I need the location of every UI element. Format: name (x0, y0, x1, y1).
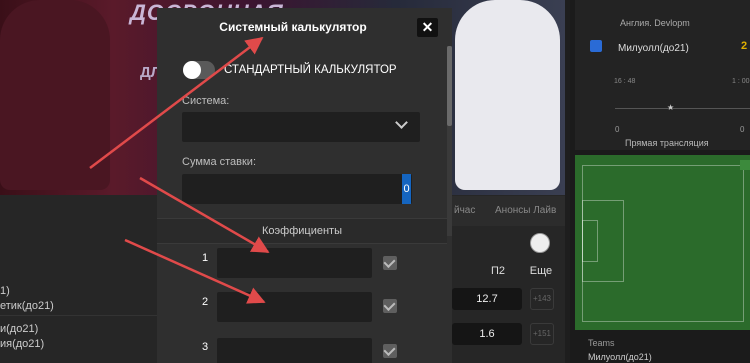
odd-cell[interactable]: 1.6 (452, 323, 522, 345)
player-right-image (455, 0, 560, 190)
coefficients-header: Коэффициенты (157, 218, 447, 244)
live-tabs[interactable]: йчас Анонсы Лайв (450, 196, 565, 226)
checkmark-icon (383, 343, 396, 357)
coef-checkbox[interactable] (383, 298, 397, 313)
match-time: 16 : 48 (614, 78, 636, 85)
team-name: и(до21) (0, 323, 39, 335)
team-name-bottom: Милуолл(до21) (588, 352, 652, 362)
coef-row-number: 1 (201, 252, 209, 264)
team-name: етик(до21) (0, 300, 54, 312)
tab-now[interactable]: йчас (454, 205, 475, 216)
more-markets-button[interactable]: +151 (530, 323, 554, 345)
system-label: Система: (182, 95, 230, 107)
coef-row-number: 2 (201, 296, 209, 308)
timeline-marker-icon: ★ (667, 103, 675, 112)
standard-calculator-toggle[interactable] (183, 61, 215, 79)
odd-cell[interactable]: 12.7 (452, 288, 522, 310)
coefficients-title: Коэффициенты (262, 225, 342, 237)
close-button[interactable]: ✕ (417, 18, 438, 37)
football-icon (530, 233, 550, 253)
toggle-label: СТАНДАРТНЫЙ КАЛЬКУЛЯТОР (224, 64, 397, 76)
pitch-goal-area (582, 220, 598, 262)
team-name: Милуолл(до21) (618, 43, 689, 54)
team-shirt-icon (590, 40, 602, 52)
timeline-bar (615, 108, 750, 109)
field-marker (740, 160, 750, 170)
timeline-start: 0 (615, 125, 620, 134)
column-more: Еще (529, 265, 553, 277)
tab-live[interactable]: Анонсы Лайв (495, 205, 556, 216)
coef-row-number: 3 (201, 341, 209, 353)
coef-checkbox[interactable] (383, 255, 397, 270)
team-name: 1) (0, 285, 10, 297)
more-markets-button[interactable]: +143 (530, 288, 554, 310)
system-select[interactable] (182, 112, 420, 142)
coef-input[interactable] (217, 292, 372, 322)
player-left-image (0, 0, 110, 190)
live-stream-label[interactable]: Прямая трансляция (625, 138, 709, 148)
chevron-down-icon (395, 116, 408, 129)
toggle-knob (183, 61, 201, 79)
match-time-end: 1 : 00 (732, 78, 750, 85)
coef-input[interactable] (217, 248, 372, 278)
checkmark-icon (383, 298, 396, 312)
coef-input[interactable] (217, 338, 372, 363)
stake-input[interactable] (182, 174, 412, 204)
league-title: Англия. Devlopm (620, 18, 690, 28)
column-p2: П2 (490, 265, 506, 277)
dialog-title: Системный калькулятор (219, 20, 367, 34)
stake-label: Сумма ставки: (182, 156, 257, 168)
system-calculator-dialog: Системный калькулятор ✕ СТАНДАРТНЫЙ КАЛЬ… (157, 8, 452, 363)
coef-checkbox[interactable] (383, 343, 397, 358)
scrollbar-thumb[interactable] (447, 46, 452, 126)
stake-value[interactable]: 0 (402, 174, 411, 204)
score: 2 (741, 40, 748, 52)
timeline-end: 0 (740, 125, 745, 134)
team-name: ия(до21) (0, 338, 45, 350)
teams-label: Teams (588, 338, 615, 348)
checkmark-icon (383, 255, 396, 269)
